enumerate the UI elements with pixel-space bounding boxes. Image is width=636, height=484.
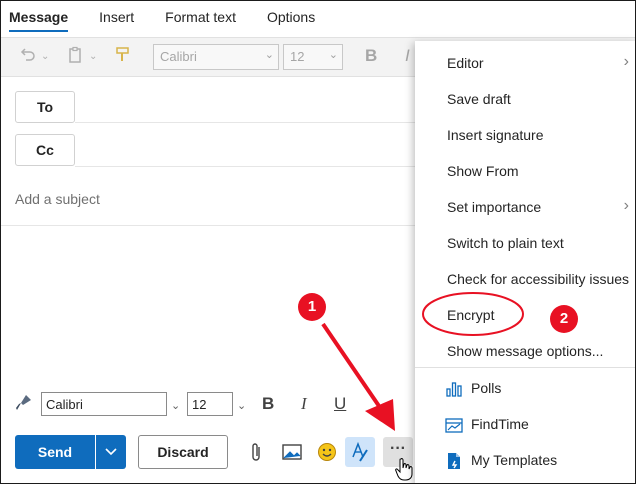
menu-item-save-draft[interactable]: Save draft <box>447 91 511 107</box>
chevron-down-icon <box>105 448 117 456</box>
subject-input[interactable]: Add a subject <box>15 191 100 207</box>
ribbon-tabs: Message Insert Format text Options <box>1 1 635 35</box>
step-badge-1: 1 <box>298 293 326 321</box>
paste-icon[interactable] <box>67 46 85 69</box>
divider <box>1 225 415 226</box>
tab-options[interactable]: Options <box>267 1 315 35</box>
underline-button[interactable]: U <box>334 394 346 414</box>
tab-message[interactable]: Message <box>9 1 69 35</box>
send-options-button[interactable] <box>96 435 126 469</box>
cursor-hand-icon <box>395 457 413 483</box>
chevron-down-icon: ⌄ <box>328 49 338 61</box>
insert-picture-icon[interactable] <box>279 439 305 465</box>
ribbon-font-select[interactable]: Calibri ⌄ <box>153 44 279 70</box>
menu-item-message-options[interactable]: Show message options... <box>447 343 603 359</box>
menu-item-show-from[interactable]: Show From <box>447 163 519 179</box>
annotation-arrow-line <box>321 322 383 411</box>
font-size-select[interactable]: 12 <box>187 392 233 416</box>
menu-item-switch-plain-text[interactable]: Switch to plain text <box>447 235 564 251</box>
chevron-down-icon[interactable]: ⌄ <box>385 399 394 412</box>
format-painter-icon[interactable] <box>13 393 33 413</box>
menu-item-insert-signature[interactable]: Insert signature <box>447 127 544 143</box>
to-field[interactable] <box>75 122 415 123</box>
more-options-menu: Editor › Save draft Insert signature Sho… <box>415 41 635 483</box>
tab-insert[interactable]: Insert <box>99 1 134 35</box>
discard-button[interactable]: Discard <box>138 435 228 469</box>
ribbon-size-select[interactable]: 12 ⌄ <box>283 44 343 70</box>
emoji-icon[interactable] <box>314 439 340 465</box>
menu-item-editor[interactable]: Editor <box>447 55 484 71</box>
step-badge-2: 2 <box>550 305 578 333</box>
to-button[interactable]: To <box>15 91 75 123</box>
undo-icon[interactable] <box>19 46 37 69</box>
editor-icon[interactable] <box>345 437 375 467</box>
chevron-down-icon[interactable]: ⌄ <box>237 399 246 412</box>
undo-chevron-icon[interactable]: ⌄ <box>41 51 49 62</box>
menu-item-my-templates[interactable]: My Templates <box>471 452 557 468</box>
ribbon-bold-button[interactable]: B <box>365 46 377 66</box>
templates-icon <box>445 452 463 470</box>
menu-item-accessibility[interactable]: Check for accessibility issues <box>447 271 629 287</box>
paste-chevron-icon[interactable]: ⌄ <box>89 51 97 62</box>
send-button[interactable]: Send <box>15 435 95 469</box>
chevron-right-icon: › <box>623 53 629 70</box>
chevron-right-icon: › <box>623 197 629 214</box>
chevron-down-icon[interactable]: ⌄ <box>171 399 180 412</box>
findtime-icon <box>445 416 463 434</box>
chevron-down-icon: ⌄ <box>264 49 274 61</box>
menu-item-findtime[interactable]: FindTime <box>471 416 529 432</box>
menu-item-set-importance[interactable]: Set importance <box>447 199 541 215</box>
font-select[interactable]: Calibri <box>41 392 167 416</box>
menu-divider <box>415 367 635 368</box>
cc-field[interactable] <box>75 166 415 167</box>
tab-format-text[interactable]: Format text <box>165 1 236 35</box>
bold-button[interactable]: B <box>262 394 274 414</box>
menu-item-polls[interactable]: Polls <box>471 380 501 396</box>
cc-button[interactable]: Cc <box>15 134 75 166</box>
polls-icon <box>445 380 463 398</box>
attach-icon[interactable] <box>243 439 269 465</box>
menu-item-encrypt[interactable]: Encrypt <box>447 307 494 323</box>
format-painter-icon[interactable] <box>115 46 131 69</box>
compose-window: Message Insert Format text Options ⌄ ⌄ C… <box>0 0 636 484</box>
italic-button[interactable]: I <box>301 394 307 414</box>
ribbon-italic-button[interactable]: I <box>405 46 410 66</box>
